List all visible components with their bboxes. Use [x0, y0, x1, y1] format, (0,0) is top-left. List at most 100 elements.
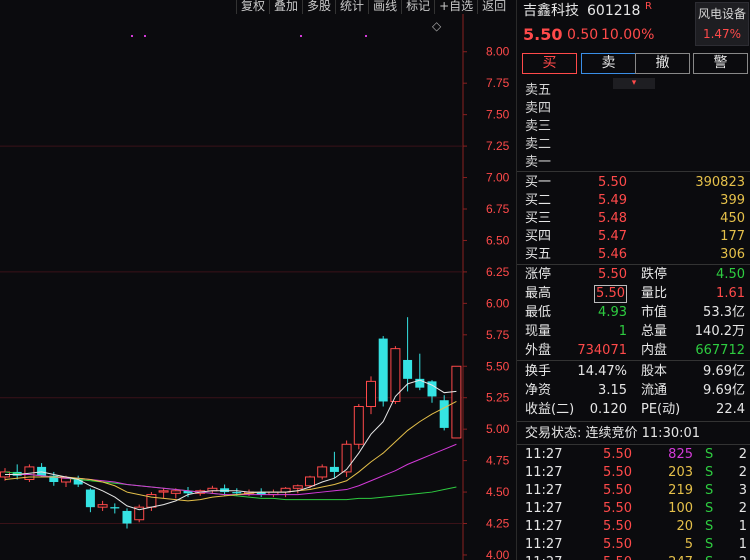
tick-side: S — [705, 465, 714, 480]
toolbar-statistics[interactable]: 统计 — [335, 0, 368, 14]
stat-label: 最低 — [525, 305, 552, 320]
y-tick-label: 4.25 — [486, 517, 510, 531]
y-tick-label: 6.25 — [486, 265, 510, 279]
candle-body-up — [292, 485, 303, 489]
candle-body-down — [329, 466, 339, 472]
chart-marks — [0, 35, 462, 529]
y-tick-label: 5.00 — [486, 422, 510, 436]
y-tick-label: 5.75 — [486, 328, 510, 342]
stat-row: 外盘 734071 内盘 667712 — [517, 342, 750, 360]
trading-status: 交易状态: 连续竞价 11:30:01 — [525, 426, 701, 441]
tick-row[interactable]: 11:27 5.50 219 S 3 — [517, 482, 750, 500]
candle-body-up — [317, 466, 328, 478]
event-marker — [365, 35, 367, 37]
toolbar-mark[interactable]: 标记 — [401, 0, 434, 14]
buy-button[interactable]: 买 — [522, 53, 577, 74]
cancel-order-button[interactable]: 撤 — [635, 53, 690, 74]
divider — [517, 264, 750, 265]
bid-row[interactable]: 买五 5.46 306 — [517, 246, 750, 264]
tick-row[interactable]: 11:27 5.50 247 S 2 — [517, 554, 750, 560]
bid-price: 5.48 — [598, 211, 627, 226]
stat-row: 涨停 5.50 跌停 4.50 — [517, 266, 750, 284]
tick-price: 5.50 — [603, 447, 632, 462]
tick-time: 11:27 — [525, 465, 563, 480]
chart-grid — [0, 145, 462, 525]
sell-button[interactable]: 卖 — [581, 53, 636, 74]
stat-value: 14.47% — [577, 364, 627, 379]
toolbar-draw-line[interactable]: 画线 — [368, 0, 401, 14]
toolbar-multi-stock[interactable]: 多股 — [302, 0, 335, 14]
bid-label: 买三 — [525, 211, 552, 226]
stat-value: 734071 — [577, 343, 627, 358]
tick-count: 1 — [738, 537, 747, 552]
stat-value: 1 — [618, 324, 627, 339]
stat-row: 换手 14.47% 股本 9.69亿 — [517, 363, 750, 381]
ma10-line — [4, 401, 457, 502]
tick-price: 5.50 — [603, 501, 632, 516]
stat-value: 1.61 — [716, 286, 745, 301]
tick-row[interactable]: 11:27 5.50 20 S 1 — [517, 518, 750, 536]
toolbar-overlay[interactable]: 叠加 — [269, 0, 302, 14]
stat-label: 量比 — [641, 286, 668, 301]
bid-price: 5.47 — [598, 229, 627, 244]
candle-body-up — [366, 380, 376, 408]
candle-body-down — [378, 338, 388, 402]
chart-settings-icon: ◇ — [432, 19, 442, 33]
event-marker — [144, 35, 146, 37]
stock-name: 吉鑫科技 — [523, 3, 579, 19]
alert-button[interactable]: 警 — [693, 53, 748, 74]
stock-code: 601218 — [587, 3, 641, 19]
candle-body-down — [85, 489, 95, 508]
tick-row[interactable]: 11:27 5.50 100 S 2 — [517, 500, 750, 518]
price-change-pct: 10.00% — [601, 27, 655, 43]
stat-label: PE(动) — [641, 402, 681, 417]
y-tick-label: 7.75 — [486, 76, 510, 90]
divider — [517, 171, 750, 172]
bid-label: 买四 — [525, 229, 552, 244]
bid-row[interactable]: 买三 5.48 450 — [517, 210, 750, 228]
y-tick-label: 7.50 — [486, 108, 510, 122]
candle-body-up — [305, 476, 315, 487]
bid-row[interactable]: 买二 5.49 399 — [517, 192, 750, 210]
candle-body-up — [158, 490, 169, 493]
tick-volume: 247 — [668, 554, 693, 560]
tick-row[interactable]: 11:27 5.50 5 S 1 — [517, 536, 750, 554]
toolbar-restore-rights[interactable]: 复权 — [236, 0, 269, 14]
toolbar-add-watchlist[interactable]: +自选 — [434, 0, 477, 14]
stat-label: 内盘 — [641, 343, 668, 358]
stat-value: 140.2万 — [694, 324, 745, 339]
stat-row: 最高 5.50 量比 1.61 — [517, 285, 750, 303]
stat-label: 净资 — [525, 383, 552, 398]
candle-body-up — [451, 365, 462, 439]
candle-body-down — [403, 359, 413, 379]
price-axis: 8.00 7.75 7.50 7.25 7.00 6.75 6.50 6.25 6.00 5.75… — [432, 14, 510, 560]
tick-volume: 203 — [668, 465, 693, 480]
margin-flag: R — [645, 1, 652, 12]
candle-body-up — [341, 443, 352, 473]
bid-row[interactable]: 买一 5.50 390823 — [517, 174, 750, 192]
candle-body-down — [110, 507, 120, 509]
tick-side: S — [705, 447, 714, 462]
candle-body-down — [122, 510, 132, 524]
y-tick-label: 4.75 — [486, 454, 510, 468]
tick-row[interactable]: 11:27 5.50 825 S 2 — [517, 446, 750, 464]
bid-volume: 450 — [720, 211, 745, 226]
ask3-label: 卖三 — [525, 119, 552, 134]
tick-price: 5.50 — [603, 554, 632, 560]
stat-value: 4.93 — [598, 305, 627, 320]
stat-row: 现量 1 总量 140.2万 — [517, 323, 750, 341]
tick-row[interactable]: 11:27 5.50 203 S 2 — [517, 464, 750, 482]
tick-time: 11:27 — [525, 554, 562, 560]
ma5-line — [5, 379, 457, 511]
stat-label: 市值 — [641, 305, 668, 320]
sector-name: 风电设备 — [697, 7, 746, 21]
candlestick-chart[interactable]: 8.00 7.75 7.50 7.25 7.00 6.75 6.50 6.25 6.00 5.75… — [0, 14, 516, 560]
candle-body-up — [97, 504, 108, 508]
bid-row[interactable]: 买四 5.47 177 — [517, 228, 750, 246]
tick-price: 5.50 — [603, 483, 632, 498]
toolbar-back[interactable]: 返回 — [477, 0, 510, 14]
stat-value: 5.50 — [594, 285, 627, 303]
last-price: 5.50 — [523, 25, 563, 44]
stat-label: 换手 — [525, 364, 552, 379]
tick-time: 11:27 — [525, 537, 563, 552]
